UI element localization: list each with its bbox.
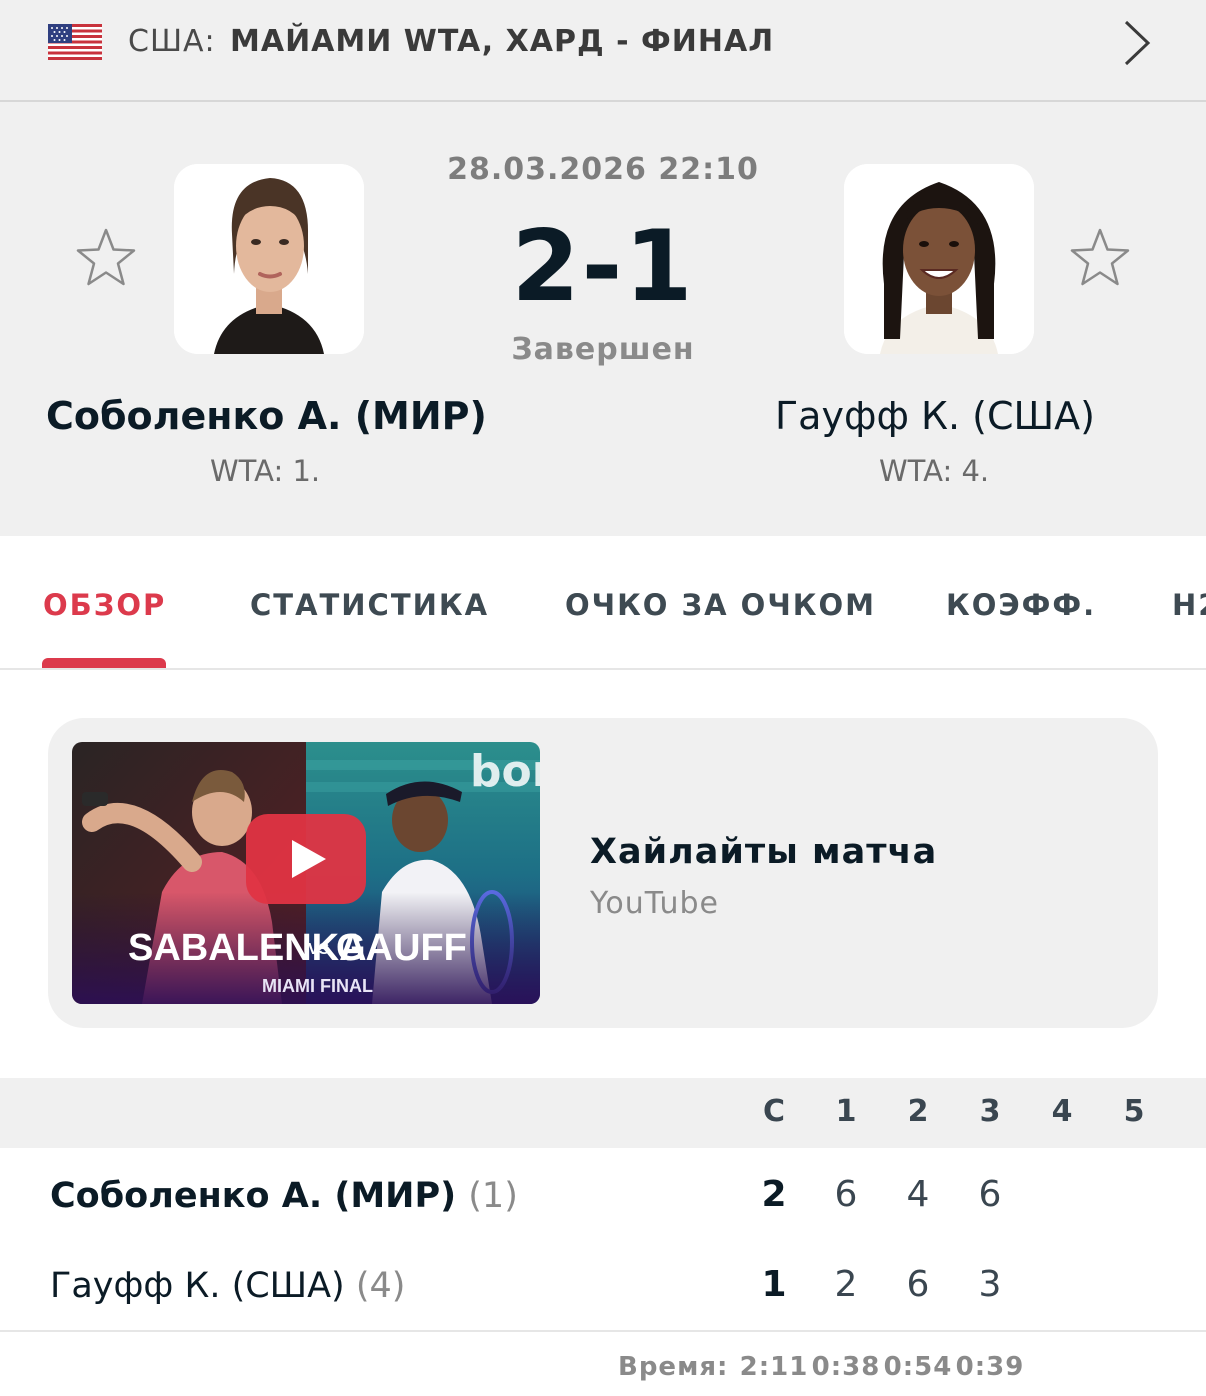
favorite-star-icon[interactable] [1068, 226, 1132, 290]
total-duration: 2:11 [739, 1352, 809, 1382]
set-2-games: 4 [906, 1174, 930, 1215]
favorite-star-icon[interactable] [74, 226, 138, 290]
scoreboard-row-away: Гауфф К. (США) (4) 1 2 6 3 [0, 1240, 1206, 1330]
col-header-set-3: 3 [979, 1094, 1001, 1129]
divider [0, 1330, 1206, 1332]
tab-h2h[interactable]: H2H [1172, 588, 1206, 622]
set-1-duration: 0:38 [811, 1352, 881, 1382]
match-status: Завершен [511, 332, 695, 367]
home-player-photo[interactable] [174, 164, 364, 354]
thumb-away-text: GAUFF [336, 927, 467, 969]
col-header-set-5: 5 [1123, 1094, 1145, 1129]
away-player-name[interactable]: Гауфф К. (США) [775, 394, 1095, 438]
sets-won: 1 [761, 1264, 787, 1305]
col-header-set-4: 4 [1051, 1094, 1073, 1129]
player-seed: (4) [355, 1266, 406, 1306]
tournament-bar[interactable]: США: МАЙАМИ WTA, ХАРД - ФИНАЛ [0, 0, 1206, 102]
scoreboard-header: С 1 2 3 4 5 [0, 1078, 1206, 1148]
scoreboard-player-name[interactable]: Соболенко А. (МИР) (1) [50, 1176, 518, 1216]
match-header: 28.03.2026 22:10 2-1 Завершен Соболенко … [0, 102, 1206, 536]
chevron-right-icon[interactable] [1118, 18, 1154, 68]
player-seed: (1) [468, 1176, 518, 1216]
set-3-duration: 0:39 [955, 1352, 1025, 1382]
tournament-country: США: [128, 24, 216, 59]
home-player-rank: WTA: 1. [210, 454, 321, 488]
match-detail-page: США: МАЙАМИ WTA, ХАРД - ФИНАЛ 28.03.2026 [0, 0, 1206, 1396]
col-header-set-1: 1 [835, 1094, 857, 1129]
video-thumbnail[interactable]: bor SABALENKA VS GAUFF M [72, 742, 540, 1004]
home-player-name[interactable]: Соболенко А. (МИР) [46, 394, 487, 438]
active-tab-indicator [42, 658, 166, 668]
tab-odds[interactable]: КОЭФФ. [946, 588, 1096, 622]
highlights-title[interactable]: Хайлайты матча [590, 832, 937, 872]
thumb-sub-text: MIAMI FINAL [262, 976, 373, 996]
set-2-duration: 0:54 [883, 1352, 953, 1382]
match-score: 2-1 [511, 210, 695, 324]
player-portrait-image [844, 164, 1034, 354]
thumb-home-text: SABALENKA [128, 927, 367, 969]
thumb-vs-text: VS [308, 941, 330, 958]
sets-won: 2 [761, 1174, 787, 1215]
match-datetime: 28.03.2026 22:10 [447, 152, 759, 187]
highlights-card[interactable]: bor SABALENKA VS GAUFF M [48, 718, 1158, 1028]
col-header-sets: С [762, 1094, 786, 1129]
set-2-games: 6 [906, 1264, 930, 1305]
duration-label: Время: [618, 1352, 729, 1382]
tournament-name[interactable]: МАЙАМИ WTA, ХАРД - ФИНАЛ [230, 24, 774, 59]
set-1-games: 2 [834, 1264, 858, 1305]
scoreboard-row-home: Соболенко А. (МИР) (1) 2 6 4 6 [0, 1150, 1206, 1240]
thumb-brand-text: bor [470, 746, 540, 797]
tab-statistics[interactable]: СТАТИСТИКА [250, 588, 489, 622]
highlights-source: YouTube [590, 886, 719, 921]
set-1-games: 6 [834, 1174, 858, 1215]
match-tabs: ОБЗОР СТАТИСТИКА ОЧКО ЗА ОЧКОМ КОЭФФ. H2… [0, 536, 1206, 670]
tab-point-by-point[interactable]: ОЧКО ЗА ОЧКОМ [565, 588, 876, 622]
scoreboard-player-name[interactable]: Гауфф К. (США) (4) [50, 1266, 405, 1306]
col-header-set-2: 2 [907, 1094, 929, 1129]
player-portrait-image [174, 164, 364, 354]
usa-flag-icon [48, 24, 102, 60]
away-player-photo[interactable] [844, 164, 1034, 354]
set-3-games: 3 [978, 1264, 1002, 1305]
away-player-rank: WTA: 4. [879, 454, 990, 488]
tab-overview[interactable]: ОБЗОР [43, 588, 166, 622]
set-3-games: 6 [978, 1174, 1002, 1215]
